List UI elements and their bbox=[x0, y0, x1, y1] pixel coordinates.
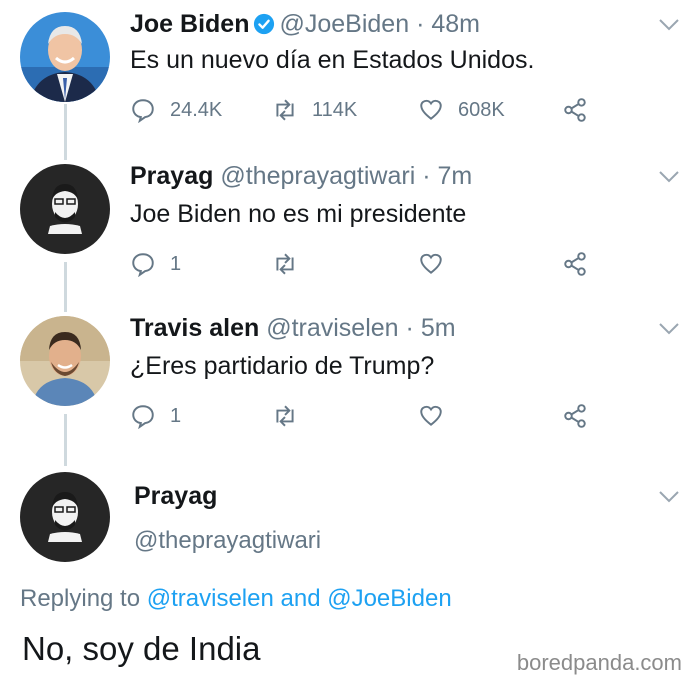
author-handle[interactable]: @JoeBiden bbox=[279, 10, 409, 38]
retweet-button[interactable] bbox=[272, 248, 312, 280]
timestamp[interactable]: 5m bbox=[421, 314, 456, 342]
tweet-text: ¿Eres partidario de Trump? bbox=[130, 352, 435, 380]
reply-button[interactable]: 1 bbox=[130, 400, 181, 432]
tweet-joe-biden[interactable]: Joe Biden @JoeBiden · 48m Es un nuevo día… bbox=[0, 8, 700, 138]
tweet-actions: 1 bbox=[130, 248, 600, 280]
reply-count: 1 bbox=[170, 404, 182, 427]
retweet-button[interactable]: 114K bbox=[272, 94, 357, 126]
retweet-icon bbox=[276, 405, 294, 427]
tweet-actions: 1 bbox=[130, 400, 600, 432]
reply-icon bbox=[132, 405, 154, 429]
avatar[interactable] bbox=[20, 316, 110, 406]
tweet-prayag[interactable]: Prayag @theprayagtiwari · 7m Joe Biden n… bbox=[0, 160, 700, 290]
mention-link[interactable]: @JoeBiden bbox=[327, 585, 451, 612]
tweet-header: Travis alen @traviselen · 5m bbox=[130, 312, 456, 344]
chevron-down-icon[interactable] bbox=[658, 322, 680, 336]
share-icon bbox=[564, 98, 586, 122]
author-name[interactable]: Prayag bbox=[130, 162, 213, 190]
share-icon bbox=[564, 404, 586, 428]
reply-count: 1 bbox=[170, 252, 182, 275]
author-name[interactable]: Prayag bbox=[134, 482, 217, 510]
retweet-count: 114K bbox=[312, 98, 358, 121]
share-button[interactable] bbox=[562, 248, 602, 280]
retweet-icon bbox=[276, 99, 294, 121]
tweet-actions: 24.4K 114K 608K bbox=[130, 94, 600, 126]
author-handle[interactable]: @theprayagtiwari bbox=[134, 527, 321, 555]
reply-count: 24.4K bbox=[170, 98, 223, 121]
author-name[interactable]: Travis alen bbox=[130, 314, 259, 342]
like-button[interactable] bbox=[418, 400, 458, 432]
author-handle[interactable]: @theprayagtiwari bbox=[220, 162, 415, 190]
mention-and: and bbox=[280, 585, 321, 612]
separator-dot: · bbox=[422, 162, 431, 190]
separator-dot: · bbox=[405, 314, 414, 342]
tweet-header: Joe Biden @JoeBiden · 48m bbox=[130, 8, 480, 40]
tweet-text: Joe Biden no es mi presidente bbox=[130, 200, 467, 228]
reply-icon bbox=[132, 253, 154, 277]
author-handle[interactable]: @traviselen bbox=[266, 314, 398, 342]
heart-icon bbox=[420, 99, 442, 120]
like-button[interactable]: 608K bbox=[418, 94, 505, 126]
separator-dot: · bbox=[416, 10, 425, 38]
share-button[interactable] bbox=[562, 400, 602, 432]
replying-to-label: Replying to bbox=[20, 585, 141, 612]
chevron-down-icon[interactable] bbox=[658, 18, 680, 32]
share-icon bbox=[564, 252, 586, 276]
retweet-icon bbox=[276, 253, 294, 275]
avatar[interactable] bbox=[20, 12, 110, 102]
reply-button[interactable]: 24.4K bbox=[130, 94, 222, 126]
timestamp[interactable]: 48m bbox=[431, 10, 480, 38]
timestamp[interactable]: 7m bbox=[438, 162, 473, 190]
tweet-header: Prayag bbox=[134, 480, 217, 512]
avatar[interactable] bbox=[20, 164, 110, 254]
verified-badge-icon bbox=[254, 13, 275, 35]
heart-icon bbox=[420, 405, 442, 426]
retweet-button[interactable] bbox=[272, 400, 312, 432]
heart-icon bbox=[420, 253, 442, 274]
chevron-down-icon[interactable] bbox=[658, 490, 680, 504]
tweet-header: Prayag @theprayagtiwari · 7m bbox=[130, 160, 472, 192]
avatar[interactable] bbox=[20, 472, 110, 562]
tweet-text: No, soy de India bbox=[22, 630, 261, 667]
author-name[interactable]: Joe Biden bbox=[130, 10, 249, 38]
mention-link[interactable]: @traviselen bbox=[147, 585, 274, 612]
like-button[interactable] bbox=[418, 248, 458, 280]
tweet-travis-alen[interactable]: Travis alen @traviselen · 5m ¿Eres parti… bbox=[0, 312, 700, 442]
replying-to: Replying to @traviselen and @JoeBiden bbox=[20, 585, 452, 613]
like-count: 608K bbox=[458, 98, 505, 121]
reply-icon bbox=[132, 99, 154, 123]
reply-button[interactable]: 1 bbox=[130, 248, 181, 280]
chevron-down-icon[interactable] bbox=[658, 170, 680, 184]
watermark: boredpanda.com bbox=[516, 650, 682, 675]
share-button[interactable] bbox=[562, 94, 602, 126]
tweet-text: Es un nuevo día en Estados Unidos. bbox=[130, 46, 535, 74]
